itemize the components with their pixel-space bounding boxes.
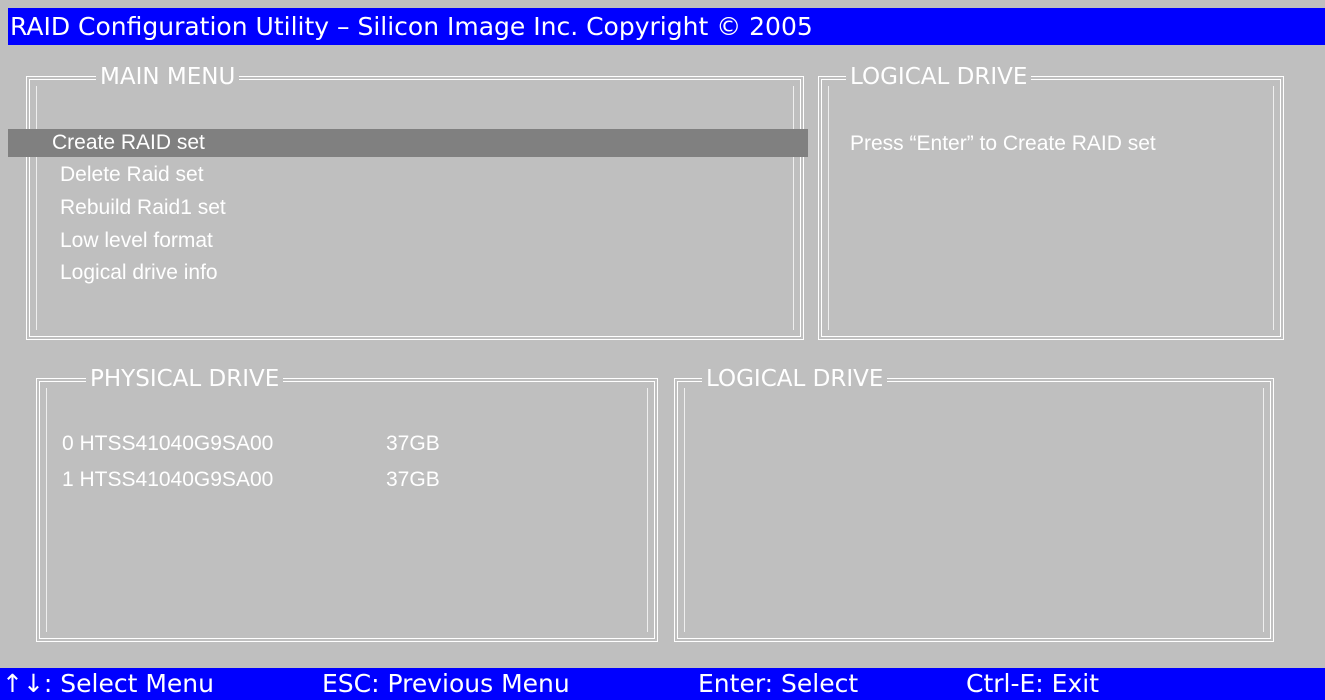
hint-select-menu: ↑↓: Select Menu [2, 669, 214, 698]
hint-enter-select: Enter: Select [698, 669, 859, 698]
menu-item-label: Delete Raid set [60, 163, 204, 186]
logical-drive-help-panel: LOGICAL DRIVE [818, 64, 1284, 340]
menu-item-logical-drive-info[interactable]: Logical drive info [60, 259, 218, 287]
menu-item-label: Logical drive info [60, 261, 218, 284]
menu-item-low-level-format[interactable]: Low level format [60, 227, 213, 255]
title-text: RAID Configuration Utility – Silicon Ima… [10, 12, 813, 41]
menu-item-label: Create RAID set [52, 131, 205, 154]
logical-drive-help-text: Press “Enter” to Create RAID set [850, 132, 1156, 155]
logical-drive-panel: LOGICAL DRIVE [674, 366, 1274, 642]
drive-size: 37GB [386, 432, 440, 455]
main-menu-title: MAIN MENU [96, 64, 240, 90]
title-bar: RAID Configuration Utility – Silicon Ima… [8, 8, 1325, 45]
menu-item-rebuild-raid1-set[interactable]: Rebuild Raid1 set [60, 194, 226, 222]
physical-drive-row[interactable]: 1 HTSS41040G9SA00 37GB [62, 466, 440, 494]
drive-size: 37GB [386, 468, 440, 491]
drive-model: HTSS41040G9SA00 [79, 432, 274, 455]
drive-id: 0 [62, 432, 80, 455]
drive-id: 1 [62, 468, 80, 491]
hint-previous-menu: ESC: Previous Menu [322, 669, 570, 698]
menu-item-label: Rebuild Raid1 set [60, 196, 226, 219]
menu-item-delete-raid-set[interactable]: Delete Raid set [60, 161, 204, 189]
status-bar: ↑↓: Select Menu ESC: Previous Menu Enter… [0, 668, 1325, 700]
physical-drive-title: PHYSICAL DRIVE [86, 366, 284, 392]
menu-item-create-raid-set[interactable]: Create RAID set [8, 129, 808, 157]
logical-drive-title: LOGICAL DRIVE [702, 366, 888, 392]
logical-drive-help-title: LOGICAL DRIVE [846, 64, 1032, 90]
menu-item-label: Low level format [60, 229, 213, 252]
drive-model: HTSS41040G9SA00 [79, 468, 274, 491]
physical-drive-row[interactable]: 0 HTSS41040G9SA00 37GB [62, 430, 440, 458]
physical-drive-panel: PHYSICAL DRIVE [36, 366, 658, 642]
hint-exit: Ctrl-E: Exit [966, 669, 1100, 698]
